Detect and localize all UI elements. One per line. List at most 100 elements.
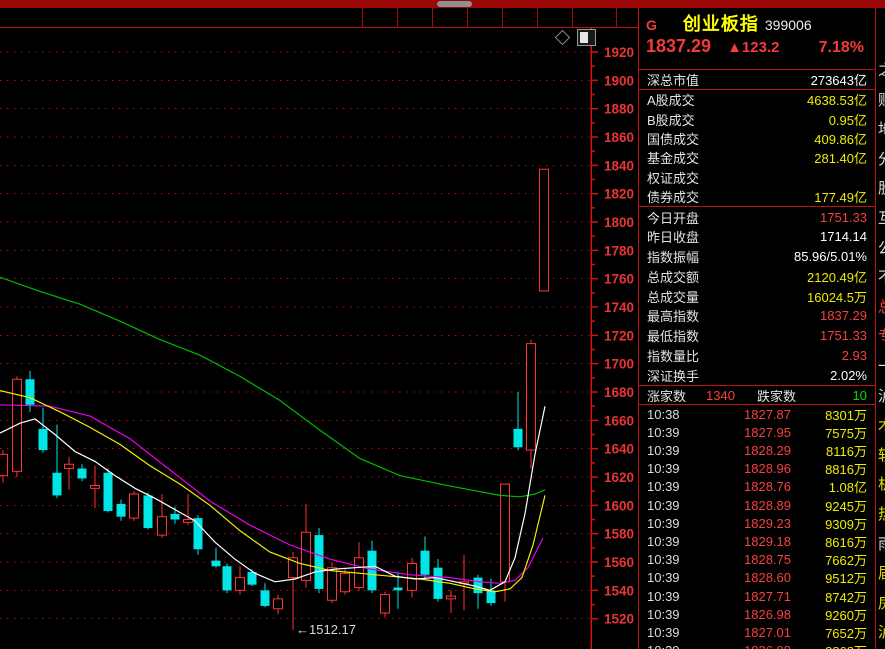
trade-row: 10:39 1829.18 8616万 xyxy=(639,532,875,550)
trade-price: 1826.98 xyxy=(699,643,791,649)
row-value: 2.93 xyxy=(842,348,867,363)
axis-tick-label: 1860 xyxy=(604,130,634,145)
quote-row: 深证换手 2.02% xyxy=(639,365,875,385)
trade-price: 1828.60 xyxy=(699,570,791,585)
candle-body-up xyxy=(184,520,193,523)
row-value: 1837.29 xyxy=(820,308,867,323)
trade-time: 10:39 xyxy=(647,479,699,494)
quote-row: 总成交额 2120.49亿 xyxy=(639,267,875,287)
candle-body-down xyxy=(223,566,232,590)
axis-tick-label: 1840 xyxy=(604,158,634,173)
candle-body-up xyxy=(302,532,311,580)
candle-body-up xyxy=(381,595,390,613)
low-price-annotation: ←1512.17 xyxy=(296,622,356,637)
trade-row: 10:39 1826.98 8868万 xyxy=(639,642,875,649)
trade-price: 1828.96 xyxy=(699,461,791,476)
quote-row: 国债成交 409.86亿 xyxy=(639,129,875,148)
row-label: 最高指数 xyxy=(647,306,699,325)
stock-app-window: { "toolbar": { "buttons": [ {"label":"指标… xyxy=(0,0,885,649)
trade-row: 10:39 1827.01 7652万 xyxy=(639,623,875,641)
candle-body-down xyxy=(315,535,324,589)
row-label: 深证换手 xyxy=(647,366,699,385)
row-value: 0.95亿 xyxy=(829,110,867,129)
trade-price: 1827.01 xyxy=(699,625,791,640)
trade-time: 10:39 xyxy=(647,643,699,649)
clipped-char: 雨 xyxy=(878,530,885,560)
decliners-label: 跌家数 xyxy=(757,386,796,405)
candle-body-down xyxy=(53,473,62,496)
clipped-char: 泸 xyxy=(878,382,885,412)
axis-tick-label: 1640 xyxy=(604,442,634,457)
trade-volume: 8742万 xyxy=(791,587,867,606)
row-value: 281.40亿 xyxy=(814,148,867,167)
candle-body-up xyxy=(408,563,417,590)
candle-body-up xyxy=(0,454,8,475)
axis-tick-label: 1660 xyxy=(604,413,634,428)
candle-body-down xyxy=(368,551,377,591)
candle-body-down xyxy=(117,504,126,517)
trade-row: 10:39 1827.71 8742万 xyxy=(639,587,875,605)
trade-volume: 9512万 xyxy=(791,568,867,587)
ma-green xyxy=(0,277,545,497)
row-label: 指数振幅 xyxy=(647,247,699,266)
row-label: 指数量比 xyxy=(647,346,699,365)
axis-tick-label: 1720 xyxy=(604,328,634,343)
row-value: 1751.33 xyxy=(820,328,867,343)
trade-time: 10:39 xyxy=(647,607,699,622)
trade-time: 10:39 xyxy=(647,534,699,549)
candle-body-down xyxy=(514,429,523,447)
market-flag: G xyxy=(646,17,657,33)
row-value: 16024.5万 xyxy=(807,287,867,306)
row-value: 85.96/5.01% xyxy=(794,249,867,264)
trade-row: 10:39 1829.23 9309万 xyxy=(639,514,875,532)
candle-body-down xyxy=(421,551,430,575)
ma-white xyxy=(0,406,545,590)
clipped-char: 地 xyxy=(878,115,885,145)
trade-price: 1826.98 xyxy=(699,607,791,622)
axis-tick-label: 1700 xyxy=(604,357,634,372)
tick-trade-list[interactable]: 10:38 1827.87 8301万 10:39 1827.95 7575万 … xyxy=(639,405,875,649)
row-label: 权证成交 xyxy=(647,168,699,187)
quote-row: 最低指数 1751.33 xyxy=(639,326,875,346)
trade-row: 10:39 1828.89 9245万 xyxy=(639,496,875,514)
axis-tick-label: 1760 xyxy=(604,272,634,287)
trade-row: 10:39 1828.29 8116万 xyxy=(639,441,875,459)
trade-time: 10:39 xyxy=(647,516,699,531)
row-label: 债券成交 xyxy=(647,187,699,206)
clipped-char: 机 xyxy=(878,470,885,500)
axis-tick-label: 1520 xyxy=(604,612,634,627)
trade-time: 10:39 xyxy=(647,425,699,440)
index-code: 399006 xyxy=(765,17,812,33)
clipped-neighbor-column: 之财地分股互公不总专一泸木轨机热雨届房泸 xyxy=(878,56,885,649)
clipped-char: 财 xyxy=(878,86,885,116)
ma-magenta xyxy=(0,405,543,584)
trade-row: 10:39 1826.98 9260万 xyxy=(639,605,875,623)
trade-time: 10:39 xyxy=(647,461,699,476)
turnover-group: A股成交 4638.53亿 B股成交 0.95亿 国债成交 409.86亿 基金… xyxy=(639,90,875,206)
trade-price: 1828.89 xyxy=(699,498,791,513)
clipped-char: 热 xyxy=(878,500,885,530)
trade-volume: 9245万 xyxy=(791,496,867,515)
candle-body-up xyxy=(158,517,167,535)
candle-body-up xyxy=(130,494,139,518)
candle-body-down xyxy=(212,561,221,567)
trade-volume: 7662万 xyxy=(791,550,867,569)
candle-body-down xyxy=(394,588,403,591)
decliners-count: 10 xyxy=(853,388,867,403)
row-label: 深总市值 xyxy=(647,70,699,89)
trade-row: 10:39 1828.76 1.08亿 xyxy=(639,478,875,496)
split-window-icon[interactable] xyxy=(577,29,596,46)
price-change: ▲123.2 xyxy=(727,39,779,56)
clipped-char: 房 xyxy=(878,589,885,619)
trade-row: 10:39 1827.95 7575万 xyxy=(639,423,875,441)
trade-row: 10:38 1827.87 8301万 xyxy=(639,405,875,423)
quote-header: G 创业板指 399006 1837.29 ▲123.2 7.18% xyxy=(639,8,875,69)
trade-price: 1828.76 xyxy=(699,479,791,494)
axis-tick-label: 1580 xyxy=(604,527,634,542)
quote-row: 总成交量 16024.5万 xyxy=(639,286,875,306)
trade-price: 1829.23 xyxy=(699,516,791,531)
row-label: 总成交额 xyxy=(647,267,699,286)
axis-tick-label: 1900 xyxy=(604,73,634,88)
candle-body-down xyxy=(39,429,48,450)
axis-tick-label: 1560 xyxy=(604,555,634,570)
